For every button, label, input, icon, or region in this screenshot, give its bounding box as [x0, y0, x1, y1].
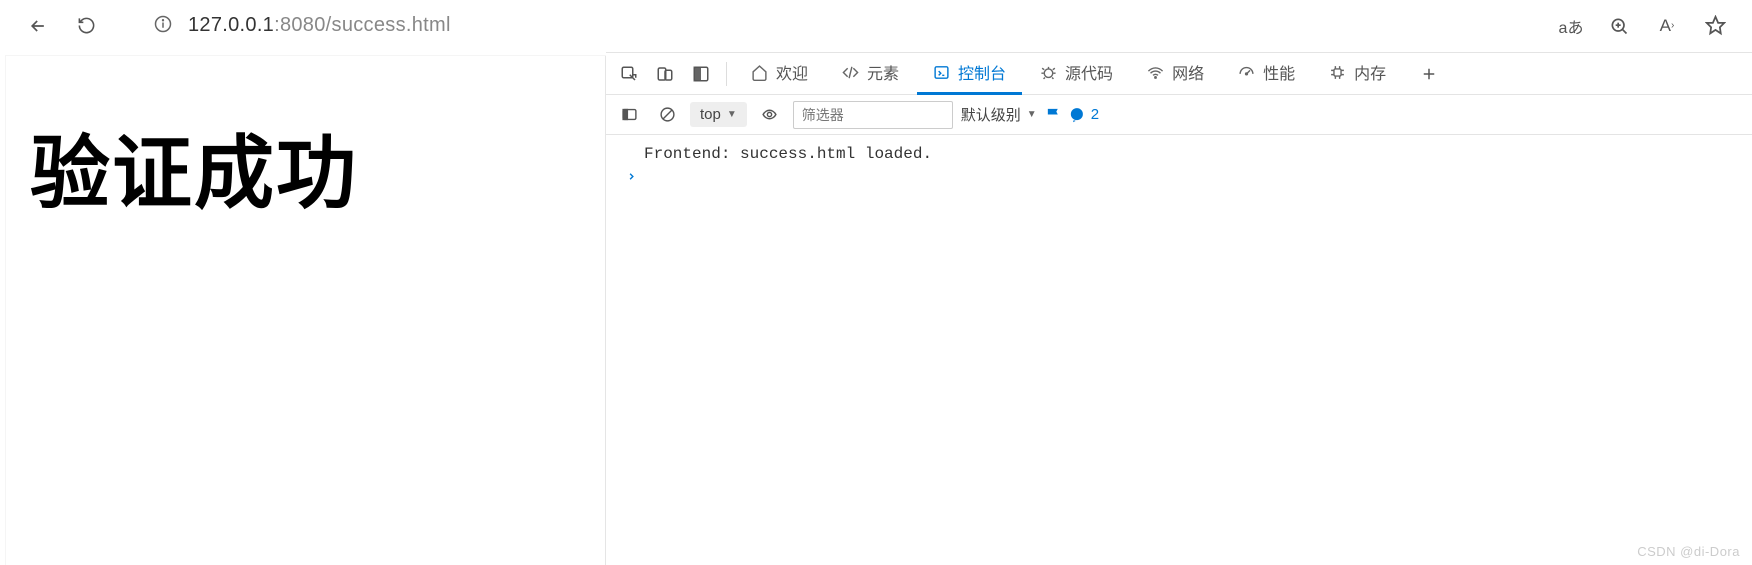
- devtools-tabs: 欢迎 元素 控制台 源代码 网络 性能: [606, 53, 1752, 95]
- context-label: top: [700, 106, 721, 123]
- page-content: 验证成功: [6, 56, 606, 565]
- wifi-icon: [1147, 64, 1164, 81]
- device-toggle-icon[interactable]: [648, 57, 682, 91]
- console-output: Frontend: success.html loaded.: [606, 135, 1752, 565]
- tab-label: 元素: [867, 60, 899, 84]
- devtools-panel: 欢迎 元素 控制台 源代码 网络 性能: [606, 52, 1752, 565]
- console-toolbar: top ▼ 默认级别 ▼ 2: [606, 95, 1752, 135]
- toggle-sidebar-icon[interactable]: [614, 100, 644, 130]
- tab-elements[interactable]: 元素: [826, 53, 915, 95]
- console-log-line: Frontend: success.html loaded.: [606, 143, 1752, 165]
- tab-label: 控制台: [958, 60, 1006, 84]
- info-icon: [154, 15, 172, 36]
- page-title: 验证成功: [30, 126, 581, 222]
- tab-sources[interactable]: 源代码: [1024, 53, 1129, 95]
- issues-indicator[interactable]: 2: [1045, 106, 1099, 123]
- browser-toolbar: 127.0.0.1:8080/success.html aあ A›: [0, 0, 1752, 52]
- tab-label: 内存: [1354, 60, 1386, 84]
- tab-memory[interactable]: 内存: [1313, 53, 1402, 95]
- dock-icon[interactable]: [684, 57, 718, 91]
- console-icon: [933, 64, 950, 81]
- issues-count: 2: [1091, 106, 1099, 123]
- read-aloud-icon[interactable]: A›: [1650, 9, 1684, 43]
- level-label: 默认级别: [961, 104, 1021, 125]
- add-tab-icon[interactable]: [1412, 57, 1446, 91]
- tab-label: 性能: [1263, 60, 1295, 84]
- split-view: 验证成功 欢迎 元素 控制台: [0, 52, 1752, 565]
- favorite-icon[interactable]: [1698, 9, 1732, 43]
- chip-icon: [1329, 64, 1346, 81]
- address-bar[interactable]: 127.0.0.1:8080/success.html: [140, 8, 1536, 44]
- chevron-down-icon: ▼: [1027, 109, 1037, 120]
- watermark: CSDN @di-Dora: [1637, 544, 1740, 559]
- tab-network[interactable]: 网络: [1131, 53, 1220, 95]
- browser-right-icons: aあ A›: [1554, 9, 1732, 43]
- clear-console-icon[interactable]: [652, 100, 682, 130]
- home-icon: [751, 64, 768, 81]
- tab-label: 源代码: [1065, 60, 1113, 84]
- refresh-button[interactable]: [68, 8, 104, 44]
- tab-label: 网络: [1172, 60, 1204, 84]
- gauge-icon: [1238, 64, 1255, 81]
- tab-welcome[interactable]: 欢迎: [735, 53, 824, 95]
- url-text: 127.0.0.1:8080/success.html: [188, 14, 451, 37]
- context-selector[interactable]: top ▼: [690, 102, 747, 127]
- tab-console[interactable]: 控制台: [917, 53, 1022, 95]
- translate-icon[interactable]: aあ: [1554, 9, 1588, 43]
- bug-icon: [1040, 64, 1057, 81]
- console-prompt[interactable]: [606, 165, 1752, 191]
- back-button[interactable]: [20, 8, 56, 44]
- live-expression-icon[interactable]: [755, 100, 785, 130]
- chevron-down-icon: ▼: [727, 109, 737, 120]
- inspect-element-icon[interactable]: [612, 57, 646, 91]
- tab-label: 欢迎: [776, 60, 808, 84]
- zoom-icon[interactable]: [1602, 9, 1636, 43]
- log-level-selector[interactable]: 默认级别 ▼: [961, 104, 1037, 125]
- tab-performance[interactable]: 性能: [1222, 53, 1311, 95]
- code-icon: [842, 64, 859, 81]
- filter-input[interactable]: [793, 101, 953, 129]
